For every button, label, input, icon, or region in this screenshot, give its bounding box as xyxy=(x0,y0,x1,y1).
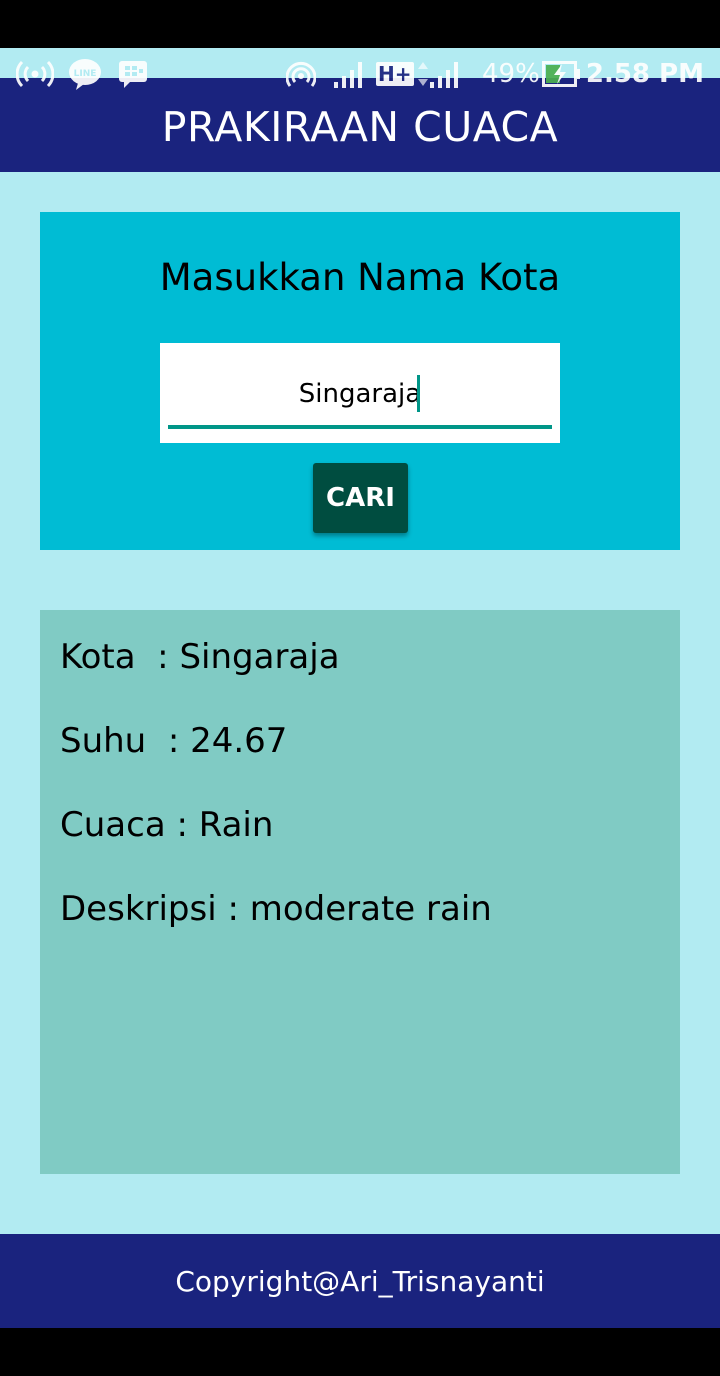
search-heading: Masukkan Nama Kota xyxy=(159,256,561,299)
city-input[interactable] xyxy=(168,366,552,422)
battery-charging-icon xyxy=(542,52,582,96)
app-title: PRAKIRAAN CUACA xyxy=(161,103,559,151)
h-plus-label: H+ xyxy=(376,62,414,86)
line-icon: LINE xyxy=(68,52,102,96)
bottom-bezel xyxy=(0,1328,720,1376)
result-city: Kota : Singaraja xyxy=(60,637,340,677)
result-weather: Cuaca : Rain xyxy=(60,805,274,845)
result-temperature: Suhu : 24.67 xyxy=(60,721,288,761)
input-underline xyxy=(168,425,552,429)
result-description: Deskripsi : moderate rain xyxy=(60,889,492,929)
battery-percent: 49% xyxy=(482,59,540,89)
device-screen: PRAKIRAAN CUACA LINE H+ 49% 2.58 PM Masu… xyxy=(0,0,720,1376)
line-icon-label: LINE xyxy=(74,69,97,79)
h-plus-icon: H+ xyxy=(376,52,430,96)
cast-icon xyxy=(286,52,316,96)
signal-icon xyxy=(332,52,368,96)
status-bar: LINE H+ 49% 2.58 PM xyxy=(0,52,720,96)
hotspot-icon xyxy=(16,52,54,96)
bbm-icon xyxy=(118,52,148,96)
signal-icon-2 xyxy=(428,52,464,96)
status-time: 2.58 PM xyxy=(585,59,704,89)
footer-copyright: Copyright@Ari_Trisnayanti xyxy=(175,1265,545,1298)
text-caret xyxy=(417,375,420,412)
top-bezel xyxy=(0,0,720,48)
search-button[interactable]: CARI xyxy=(313,463,408,533)
